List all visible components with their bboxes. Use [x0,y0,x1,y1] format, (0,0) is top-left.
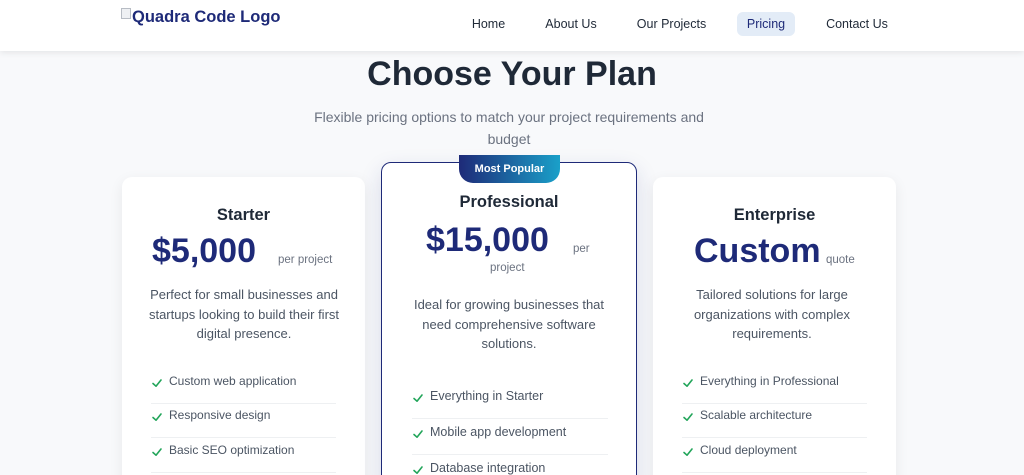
plan-feature-item: Scalable architecture [682,403,867,438]
check-icon [413,430,423,438]
plan-feature-text: Database integration [430,461,546,475]
plan-price-note-enterprise: quote [826,254,855,266]
plan-price-professional: $15,000 [426,221,549,259]
plan-feature-item: Everything in Starter [412,384,608,419]
plan-feature-text: Scalable architecture [700,408,813,422]
most-popular-badge: Most Popular [459,155,560,183]
check-icon [152,448,162,456]
check-icon [152,413,162,421]
plan-price-note-professional: per [573,243,590,255]
nav-link-our-projects[interactable]: Our Projects [633,12,710,36]
plan-feature-item: Database integration [412,456,608,475]
plan-feature-text: Cloud deployment [700,443,797,457]
plan-price-note-starter: per project [278,254,333,266]
plan-name-starter: Starter [216,206,271,224]
plan-description-starter: Perfect for small businesses and startup… [148,287,340,341]
nav-link-pricing[interactable]: Pricing [737,12,795,36]
nav-link-about-us[interactable]: About Us [542,12,600,36]
plan-feature-item: Responsive design [151,403,336,438]
plan-feature-item: Basic SEO optimization [151,438,336,473]
plan-description-professional: Ideal for growing businesses that need c… [413,297,605,351]
plan-feature-text: Basic SEO optimization [169,443,295,457]
section-subtitle: Flexible pricing options to match your p… [314,109,704,147]
plan-feature-item: Everything in Professional [682,369,867,404]
plan-feature-text: Everything in Professional [700,374,839,388]
plan-name-professional: Professional [459,193,559,211]
main-nav: Home About Us Our Projects Pricing Conta… [0,12,1024,36]
plan-feature-item: Custom web application [151,369,336,404]
check-icon [683,413,693,421]
section-title: Choose Your Plan [367,55,657,93]
plan-feature-text: Custom web application [169,374,297,388]
nav-link-home[interactable]: Home [466,12,511,36]
check-icon [413,466,423,474]
plan-description-enterprise: Tailored solutions for large organizatio… [693,287,851,341]
plan-price-note-professional-2: project [490,262,525,274]
check-icon [683,379,693,387]
plan-name-enterprise: Enterprise [733,206,816,224]
navbar: Quadra Code Logo Home About Us Our Proje… [0,0,1024,51]
check-icon [413,394,423,402]
check-icon [683,448,693,456]
plan-feature-text: Mobile app development [430,425,567,439]
plan-feature-item: Mobile app development [412,420,608,455]
plan-price-enterprise: Custom [694,232,821,270]
plan-price-starter: $5,000 [152,232,256,270]
check-icon [152,379,162,387]
plan-feature-text: Everything in Starter [430,389,544,403]
plan-feature-text: Responsive design [169,408,271,422]
nav-link-contact-us[interactable]: Contact Us [822,12,892,36]
plan-feature-item: Cloud deployment [682,438,867,473]
